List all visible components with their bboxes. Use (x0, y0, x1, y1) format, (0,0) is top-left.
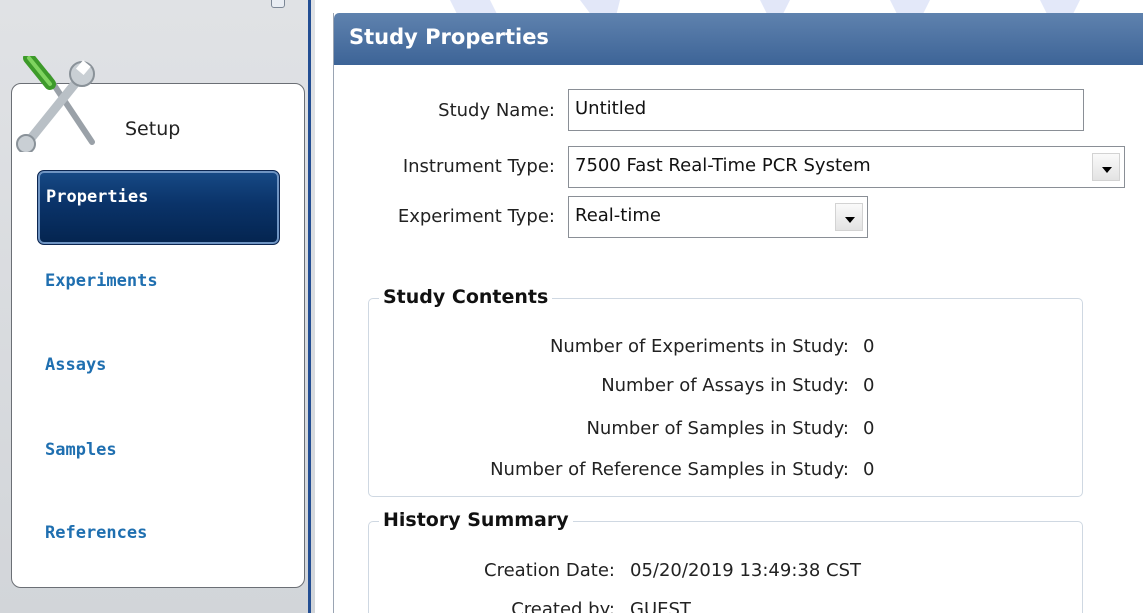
assays-count-value: 0 (863, 375, 875, 396)
panel-title: Study Properties (349, 25, 549, 49)
experiments-count-label: Number of Experiments in Study: (549, 336, 849, 357)
chevron-down-icon[interactable] (1092, 153, 1120, 181)
study-properties-panel: Study Properties Study Name: Untitled In… (333, 13, 1143, 613)
study-name-input[interactable]: Untitled (568, 89, 1084, 131)
setup-label: Setup (125, 118, 181, 140)
created-by-label: Created by: (511, 599, 615, 613)
reference-samples-count-value: 0 (863, 459, 875, 480)
nav-item-experiments[interactable]: Experiments (45, 271, 158, 291)
nav-item-assays[interactable]: Assays (45, 355, 106, 375)
nav-item-label: Properties (46, 187, 149, 207)
wrench-screwdriver-icon (16, 56, 95, 152)
experiment-type-label: Experiment Type: (397, 206, 555, 227)
nav-item-properties[interactable]: Properties (37, 170, 280, 245)
study-name-label: Study Name: (438, 100, 555, 121)
instrument-type-select[interactable]: 7500 Fast Real-Time PCR System (568, 146, 1125, 188)
panel-header: Study Properties (334, 13, 1143, 65)
created-by-value: GUEST (630, 599, 691, 613)
experiments-count-value: 0 (863, 336, 875, 357)
reference-samples-count-label: Number of Reference Samples in Study: (490, 459, 849, 480)
nav-item-samples[interactable]: Samples (45, 440, 117, 460)
experiment-type-value: Real-time (575, 205, 661, 226)
instrument-type-label: Instrument Type: (402, 156, 555, 177)
creation-date-label: Creation Date: (484, 560, 615, 581)
collapse-button[interactable] (271, 0, 285, 8)
samples-count-value: 0 (863, 418, 875, 439)
experiment-type-select[interactable]: Real-time (568, 196, 868, 238)
nav-item-references[interactable]: References (45, 523, 147, 543)
instrument-type-value: 7500 Fast Real-Time PCR System (575, 155, 871, 176)
study-contents-title: Study Contents (379, 286, 553, 308)
chevron-down-icon[interactable] (835, 203, 863, 231)
samples-count-label: Number of Samples in Study: (586, 418, 849, 439)
creation-date-value: 05/20/2019 13:49:38 CST (630, 560, 862, 581)
assays-count-label: Number of Assays in Study: (601, 375, 849, 396)
setup-card (11, 83, 305, 588)
history-summary-title: History Summary (379, 509, 573, 531)
navigation-pane: Setup Properties Experiments Assays Samp… (0, 0, 315, 613)
pane-divider[interactable] (308, 0, 311, 613)
